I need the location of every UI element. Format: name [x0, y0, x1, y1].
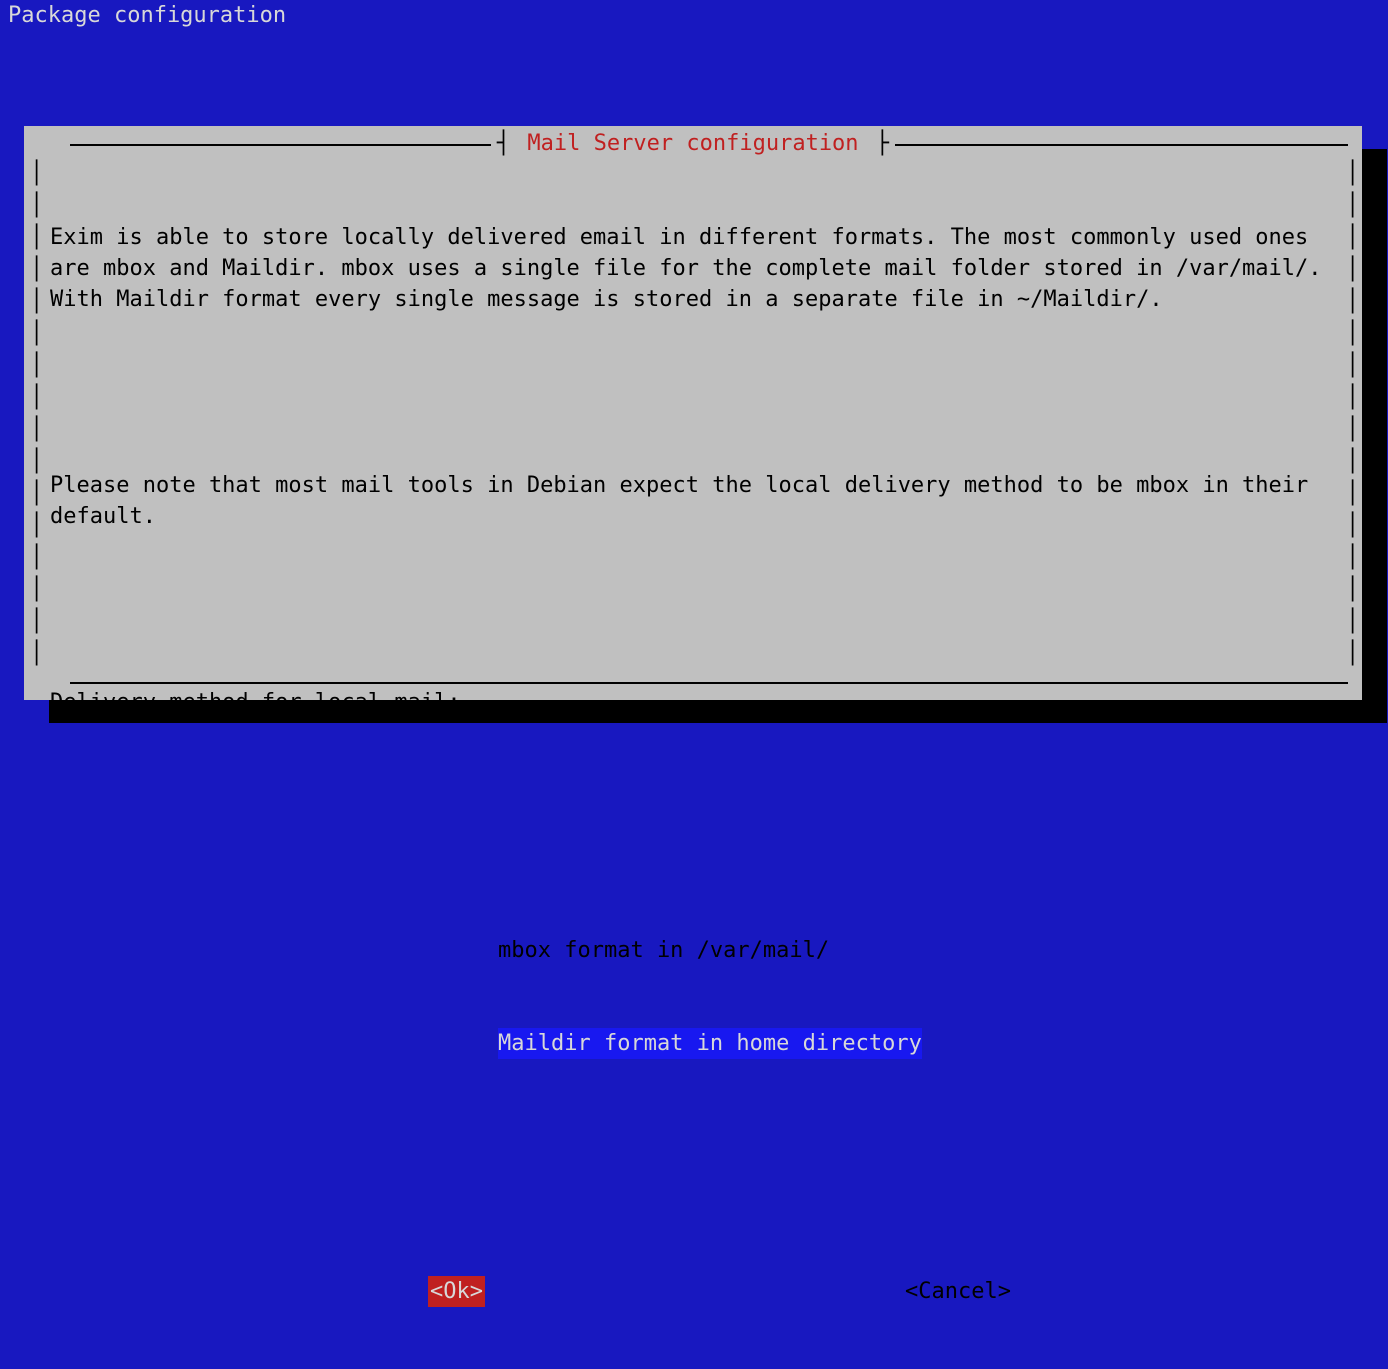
dialog-border-top	[70, 144, 1348, 146]
dialog-box: ┤ Mail Server configuration ├ │││││ ││││…	[24, 126, 1362, 700]
option-maildir[interactable]: Maildir format in home directory	[498, 1028, 922, 1059]
dialog-paragraph: Please note that most mail tools in Debi…	[50, 470, 1332, 532]
option-mbox[interactable]: mbox format in /var/mail/	[498, 935, 829, 966]
options-list: mbox format in /var/mail/ Maildir format…	[50, 873, 1332, 1121]
page-title: Package configuration	[0, 0, 1388, 31]
dialog-border-right: │││││ │││││ │││││ │	[1346, 158, 1358, 668]
dialog-body: Exim is able to store locally delivered …	[50, 160, 1332, 1369]
cancel-button[interactable]: <Cancel>	[905, 1276, 1011, 1307]
dialog-prompt: Delivery method for local mail:	[50, 687, 1332, 718]
dialog-border-left: │││││ │││││ │││││ │	[30, 158, 42, 668]
ok-button[interactable]: <Ok>	[428, 1276, 485, 1307]
button-row: <Ok> <Cancel>	[50, 1276, 1332, 1307]
dialog-paragraph: Exim is able to store locally delivered …	[50, 222, 1332, 315]
